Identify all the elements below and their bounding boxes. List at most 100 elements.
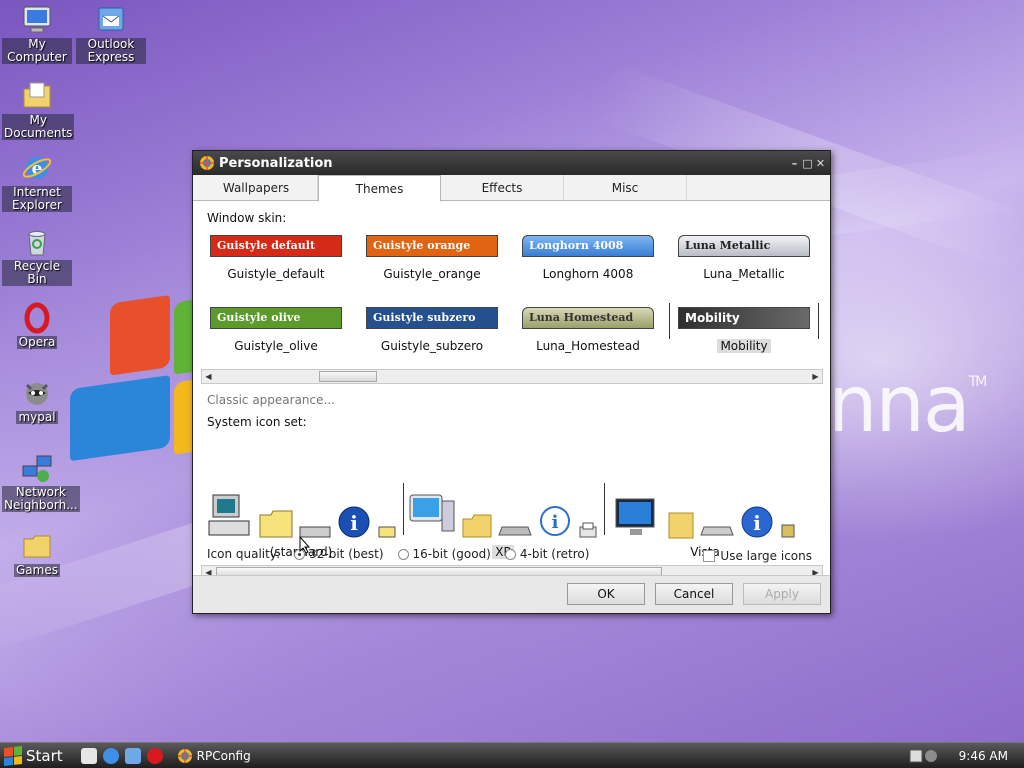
skin-scrollbar[interactable]: ◀ ▶	[201, 369, 823, 384]
desktop-icon-games[interactable]: Games	[2, 530, 72, 577]
svg-text:i: i	[753, 511, 761, 535]
info-icon: i	[338, 506, 370, 538]
quick-launch-edit-icon[interactable]	[80, 747, 97, 764]
apply-button[interactable]: Apply	[743, 583, 821, 605]
radio-dot	[397, 548, 409, 560]
skin-name: Guistyle_orange	[383, 267, 481, 281]
desktop-icon-my-computer[interactable]: My Computer	[2, 4, 72, 64]
ok-button[interactable]: OK	[567, 583, 645, 605]
tab-misc[interactable]: Misc	[564, 175, 687, 200]
skin-name: Guistyle_olive	[234, 339, 318, 353]
scroll-thumb[interactable]	[319, 371, 377, 382]
radio-label: 4-bit (retro)	[519, 547, 590, 561]
checkbox-box[interactable]	[703, 550, 716, 562]
desktop-icon-label: Network Neighborh...	[2, 485, 80, 512]
skin-name: Luna_Metallic	[703, 267, 785, 281]
skin-item[interactable]: Guistyle subzero Guistyle_subzero	[357, 307, 507, 353]
themes-panel: Window skin: Guistyle default Guistyle_d…	[193, 201, 830, 586]
windows-flag-icon	[4, 745, 22, 766]
icon-quality-label: Icon quality:	[207, 547, 281, 561]
skin-item[interactable]: Luna Metallic Luna_Metallic	[669, 235, 819, 281]
quick-launch	[80, 747, 163, 764]
taskbar-item-label: RPConfig	[196, 748, 251, 763]
scroll-right-icon[interactable]: ▶	[809, 370, 822, 383]
skin-item[interactable]: Longhorn 4008 Longhorn 4008	[513, 235, 663, 281]
printer-icon	[579, 522, 597, 538]
desktop-icon-outlook-express[interactable]: Outlook Express	[76, 4, 146, 64]
skin-preview-bar: Guistyle default	[210, 235, 342, 257]
skin-item[interactable]: Guistyle default Guistyle_default	[201, 235, 351, 281]
computer-icon	[409, 494, 455, 532]
desktop-icon-label: Outlook Express	[76, 38, 146, 64]
skin-item[interactable]: Luna Homestead Luna_Homestead	[513, 307, 663, 353]
desktop-icon-opera[interactable]: Opera	[2, 302, 72, 349]
ie-icon: e	[22, 157, 52, 179]
skin-preview-bar: Longhorn 4008	[522, 235, 654, 257]
close-icon[interactable]: ✕	[815, 158, 826, 169]
app-icon	[177, 748, 192, 763]
tab-themes[interactable]: Themes	[318, 175, 441, 202]
scroll-left-icon[interactable]: ◀	[202, 370, 215, 383]
printer-icon	[781, 524, 795, 538]
tab-wallpapers[interactable]: Wallpapers	[195, 175, 318, 200]
opera-icon	[24, 302, 50, 334]
quick-launch-opera-icon[interactable]	[146, 747, 163, 764]
folder-icon	[23, 535, 51, 558]
skin-item-selected[interactable]: Mobility Mobility	[669, 303, 819, 353]
radio-dot	[504, 548, 516, 560]
skin-name: Mobility	[717, 339, 771, 353]
desktop-icon-label: mypal	[16, 410, 58, 424]
raccoon-icon	[25, 383, 49, 405]
printer-icon	[378, 526, 396, 538]
skin-preview-bar: Guistyle olive	[210, 307, 342, 329]
icon-set-vista[interactable]: i Vista	[605, 485, 805, 559]
skin-preview-bar: Guistyle orange	[366, 235, 498, 257]
clock[interactable]: 9:46 AM	[959, 749, 1008, 763]
desktop-icon-label: Opera	[16, 335, 58, 349]
quick-launch-mail-icon[interactable]	[124, 747, 141, 764]
skin-item[interactable]: Guistyle orange Guistyle_orange	[357, 235, 507, 281]
skin-preview-bar: Luna Homestead	[522, 307, 654, 329]
desktop-icon-recycle-bin[interactable]: Recycle Bin	[2, 226, 72, 286]
maximize-icon[interactable]: □	[802, 158, 813, 169]
svg-text:i: i	[552, 512, 559, 533]
skin-name: Guistyle_subzero	[380, 339, 484, 353]
drive-icon	[498, 526, 532, 536]
classic-appearance-link[interactable]: Classic appearance...	[207, 393, 335, 407]
folder-icon	[668, 512, 694, 539]
window-skin-label: Window skin:	[207, 211, 287, 225]
desktop-icon-network-neighborhood[interactable]: Network Neighborh...	[2, 452, 80, 512]
minimize-icon[interactable]: –	[789, 158, 800, 169]
window-title: Personalization	[219, 155, 333, 171]
checkbox-label: Use large icons	[720, 549, 812, 563]
skin-name: Luna_Homestead	[536, 339, 640, 353]
desktop-icon-label: My Documents	[2, 113, 75, 140]
tray-icons[interactable]	[909, 748, 939, 764]
window-titlebar[interactable]: Personalization – □ ✕	[193, 151, 830, 175]
radio-label: 32-bit (best)	[309, 547, 384, 561]
mail-icon	[98, 7, 124, 31]
quality-radio-4bit[interactable]: 4-bit (retro)	[504, 547, 590, 561]
quality-radio-16bit[interactable]: 16-bit (good)	[397, 547, 491, 561]
icon-quality-group: Icon quality: 32-bit (best) 16-bit (good…	[207, 547, 589, 561]
taskbar: Start RPConfig 9:46 AM	[0, 742, 1024, 768]
skin-list: Guistyle default Guistyle_default Guisty…	[201, 235, 823, 365]
cancel-button[interactable]: Cancel	[655, 583, 733, 605]
quick-launch-ie-icon[interactable]	[102, 747, 119, 764]
start-button[interactable]: Start	[0, 743, 73, 768]
large-icons-checkbox[interactable]: Use large icons	[703, 549, 812, 563]
dialog-footer: OK Cancel Apply	[193, 575, 830, 613]
radio-label: 16-bit (good)	[412, 547, 491, 561]
skin-preview-bar: Luna Metallic	[678, 235, 810, 257]
folder-icon	[259, 510, 293, 538]
desktop-icon-mypal[interactable]: mypal	[2, 377, 72, 424]
drive-icon	[700, 526, 734, 536]
skin-item[interactable]: Guistyle olive Guistyle_olive	[201, 307, 351, 353]
desktop-icon-internet-explorer[interactable]: e Internet Explorer	[2, 152, 72, 212]
taskbar-item-rpconfig[interactable]: RPConfig	[177, 748, 251, 764]
system-tray: 9:46 AM	[909, 748, 1024, 764]
tab-effects[interactable]: Effects	[441, 175, 564, 200]
desktop-icon-my-documents[interactable]: My Documents	[2, 80, 75, 140]
skin-name: Guistyle_default	[227, 267, 325, 281]
icon-set-label: System icon set:	[207, 415, 307, 429]
